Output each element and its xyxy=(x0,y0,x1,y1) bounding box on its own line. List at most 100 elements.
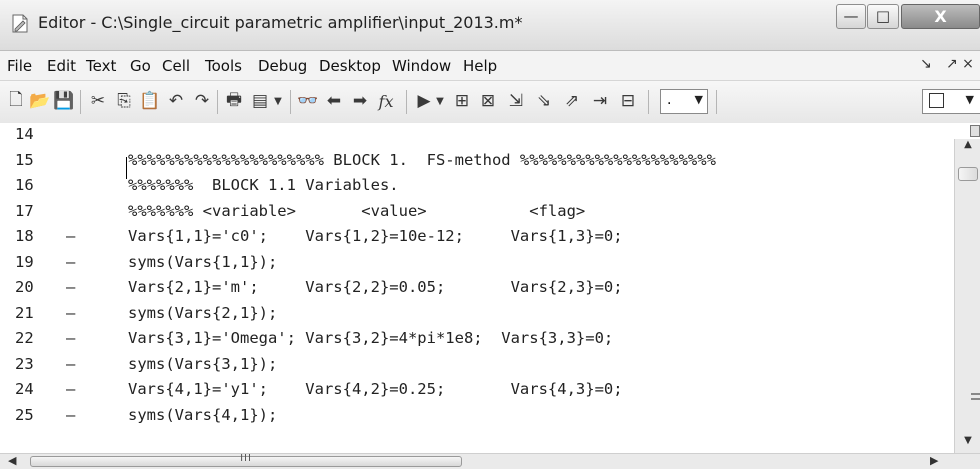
code-text[interactable]: %%%%%%% <variable> <value> <flag> xyxy=(128,202,585,220)
run-icon[interactable]: ▶ xyxy=(412,89,436,113)
print-icon[interactable]: 🖶 xyxy=(222,89,246,113)
maximize-button[interactable]: □ xyxy=(867,4,899,29)
horizontal-scroll-thumb[interactable]: III xyxy=(30,453,462,467)
line-number: 17 xyxy=(15,201,34,220)
toolbar-separator xyxy=(80,90,81,114)
menu-file[interactable]: File xyxy=(7,57,32,75)
breakpoint-marker[interactable]: – xyxy=(66,355,75,373)
forward-icon[interactable]: ➡ xyxy=(348,89,372,113)
code-text[interactable]: syms(Vars{2,1}); xyxy=(128,304,277,322)
layout-combo[interactable]: ▼ xyxy=(922,89,980,114)
code-line[interactable]: 18 – Vars{1,1}='c0'; Vars{1,2}=10e-12; Var… xyxy=(0,227,954,252)
breakpoint-marker[interactable]: – xyxy=(66,253,75,271)
code-line[interactable]: 20 – Vars{2,1}='m'; Vars{2,2}=0.05; Vars{2… xyxy=(0,278,954,303)
code-line[interactable]: 16 %%%%%%% BLOCK 1.1 Variables. xyxy=(0,176,954,201)
code-text[interactable]: %%%%%%% BLOCK 1.1 Variables. xyxy=(128,176,399,194)
open-folder-icon[interactable]: 📂 xyxy=(28,89,52,113)
minimize-button[interactable]: — xyxy=(836,4,866,29)
code-text[interactable]: Vars{3,1}='Omega'; Vars{3,2}=4*pi*1e8; V… xyxy=(128,329,613,347)
line-number: 21 xyxy=(15,303,34,322)
undock-icon[interactable]: ↘ xyxy=(920,56,932,72)
run-dropdown-icon[interactable]: ▼ xyxy=(434,89,446,113)
code-text[interactable]: syms(Vars{4,1}); xyxy=(128,406,277,424)
code-text[interactable]: syms(Vars{3,1}); xyxy=(128,355,277,373)
code-text[interactable]: syms(Vars{1,1}); xyxy=(128,253,277,271)
set-breakpoint-icon[interactable]: ⊞ xyxy=(450,89,474,113)
vertical-scroll-thumb[interactable] xyxy=(958,167,978,181)
menu-debug[interactable]: Debug xyxy=(258,57,307,75)
title-bar[interactable]: Editor - C:\Single_circuit parametric am… xyxy=(0,0,980,51)
cut-icon[interactable]: ✂ xyxy=(86,89,110,113)
breakpoint-marker[interactable]: – xyxy=(66,329,75,347)
undo-icon[interactable]: ↶ xyxy=(164,89,188,113)
save-icon[interactable]: 💾 xyxy=(52,89,76,113)
code-line[interactable]: 22 – Vars{3,1}='Omega'; Vars{3,2}=4*pi*1e8… xyxy=(0,329,954,354)
step-in-icon[interactable]: ⇘ xyxy=(532,89,556,113)
maximize-icon: □ xyxy=(875,7,891,25)
code-line[interactable]: 19 – syms(Vars{1,1}); xyxy=(0,253,954,278)
line-number: 14 xyxy=(15,125,34,143)
code-text[interactable]: %%%%%%%%%%%%%%%%%%%%% BLOCK 1. FS-method… xyxy=(128,151,716,169)
split-handle[interactable] xyxy=(954,123,980,139)
menu-tools[interactable]: Tools xyxy=(205,57,242,75)
scroll-right-icon[interactable]: ▶ xyxy=(930,454,938,467)
back-icon[interactable]: ⬅ xyxy=(322,89,346,113)
minimize-icon: — xyxy=(843,7,859,25)
publish-dropdown-icon[interactable]: ▼ xyxy=(272,89,284,113)
code-line[interactable]: 17 %%%%%%% <variable> <value> <flag> xyxy=(0,202,954,227)
window-title: Editor - C:\Single_circuit parametric am… xyxy=(38,13,523,32)
breakpoint-marker[interactable]: – xyxy=(66,227,75,245)
split-block-icon xyxy=(970,125,980,137)
toolbar: 🗋 📂 💾 ✂ ⎘ 📋 ↶ ↷ 🖶 ▤ ▼ 👓 ⬅ ➡ fx ▶ ▼ ⊞ ⊠ ⇲… xyxy=(0,81,980,124)
find-icon[interactable]: 👓 xyxy=(296,89,320,113)
step-icon[interactable]: ⇲ xyxy=(504,89,528,113)
exit-debug-icon[interactable]: ⊟ xyxy=(616,89,640,113)
publish-icon[interactable]: ▤ xyxy=(248,89,272,113)
function-browser-icon[interactable]: fx xyxy=(374,89,398,113)
paste-icon[interactable]: 📋 xyxy=(138,89,162,113)
new-file-icon[interactable]: 🗋 xyxy=(4,89,28,113)
horizontal-scrollbar[interactable]: ◀ III ▶ xyxy=(0,453,980,469)
code-text[interactable]: Vars{2,1}='m'; Vars{2,2}=0.05; Vars{2,3}… xyxy=(128,278,623,296)
menu-cell[interactable]: Cell xyxy=(162,57,190,75)
code-line[interactable]: 25 – syms(Vars{4,1}); xyxy=(0,406,954,431)
step-out-icon[interactable]: ⇗ xyxy=(560,89,584,113)
dock-close-icon[interactable]: ↗ × xyxy=(946,56,974,72)
toolbar-separator xyxy=(290,90,291,114)
code-text[interactable]: Vars{4,1}='y1'; Vars{4,2}=0.25; Vars{4,3… xyxy=(128,380,623,398)
menu-text[interactable]: Text xyxy=(86,57,116,75)
code-line[interactable]: 24 – Vars{4,1}='y1'; Vars{4,2}=0.25; Vars{… xyxy=(0,380,954,405)
stack-combo[interactable]: . ▼ xyxy=(660,89,708,114)
clear-breakpoints-icon[interactable]: ⊠ xyxy=(476,89,500,113)
grip-icon: III xyxy=(240,453,252,464)
line-number: 15 xyxy=(15,150,34,169)
menu-go[interactable]: Go xyxy=(130,57,151,75)
copy-icon[interactable]: ⎘ xyxy=(112,89,136,113)
code-line[interactable]: 21 – syms(Vars{2,1}); xyxy=(0,304,954,329)
menu-desktop[interactable]: Desktop xyxy=(319,57,381,75)
menu-window[interactable]: Window xyxy=(392,57,451,75)
code-line[interactable]: 14 xyxy=(0,125,954,150)
code-line[interactable]: 15 %%%%%%%%%%%%%%%%%%%%% BLOCK 1. FS-meth… xyxy=(0,150,954,179)
layout-square-icon xyxy=(929,93,944,108)
menu-edit[interactable]: Edit xyxy=(47,57,76,75)
editor-window: Editor - C:\Single_circuit parametric am… xyxy=(0,0,980,469)
line-number: 23 xyxy=(15,354,34,373)
menu-help[interactable]: Help xyxy=(463,57,497,75)
breakpoint-marker[interactable]: – xyxy=(66,278,75,296)
line-number: 24 xyxy=(15,380,34,398)
redo-icon[interactable]: ↷ xyxy=(190,89,214,113)
code-editor[interactable]: 14 15 %%%%%%%%%%%%%%%%%%%%% BLOCK 1. FS-me… xyxy=(0,123,954,453)
code-text[interactable]: Vars{1,1}='c0'; Vars{1,2}=10e-12; Vars{1… xyxy=(128,227,623,245)
code-line[interactable]: 23 – syms(Vars{3,1}); xyxy=(0,355,954,380)
breakpoint-marker[interactable]: – xyxy=(66,304,75,322)
toolbar-separator xyxy=(406,90,407,114)
breakpoint-marker[interactable]: – xyxy=(66,380,75,398)
line-number: 25 xyxy=(15,405,34,424)
close-button[interactable]: X xyxy=(901,4,980,29)
scroll-up-icon[interactable]: ▲ xyxy=(955,139,980,150)
scroll-left-icon[interactable]: ◀ xyxy=(8,454,16,467)
breakpoint-marker[interactable]: – xyxy=(66,406,75,424)
scroll-down-icon[interactable]: ▼ xyxy=(955,435,980,446)
continue-icon[interactable]: ⇥ xyxy=(588,89,612,113)
